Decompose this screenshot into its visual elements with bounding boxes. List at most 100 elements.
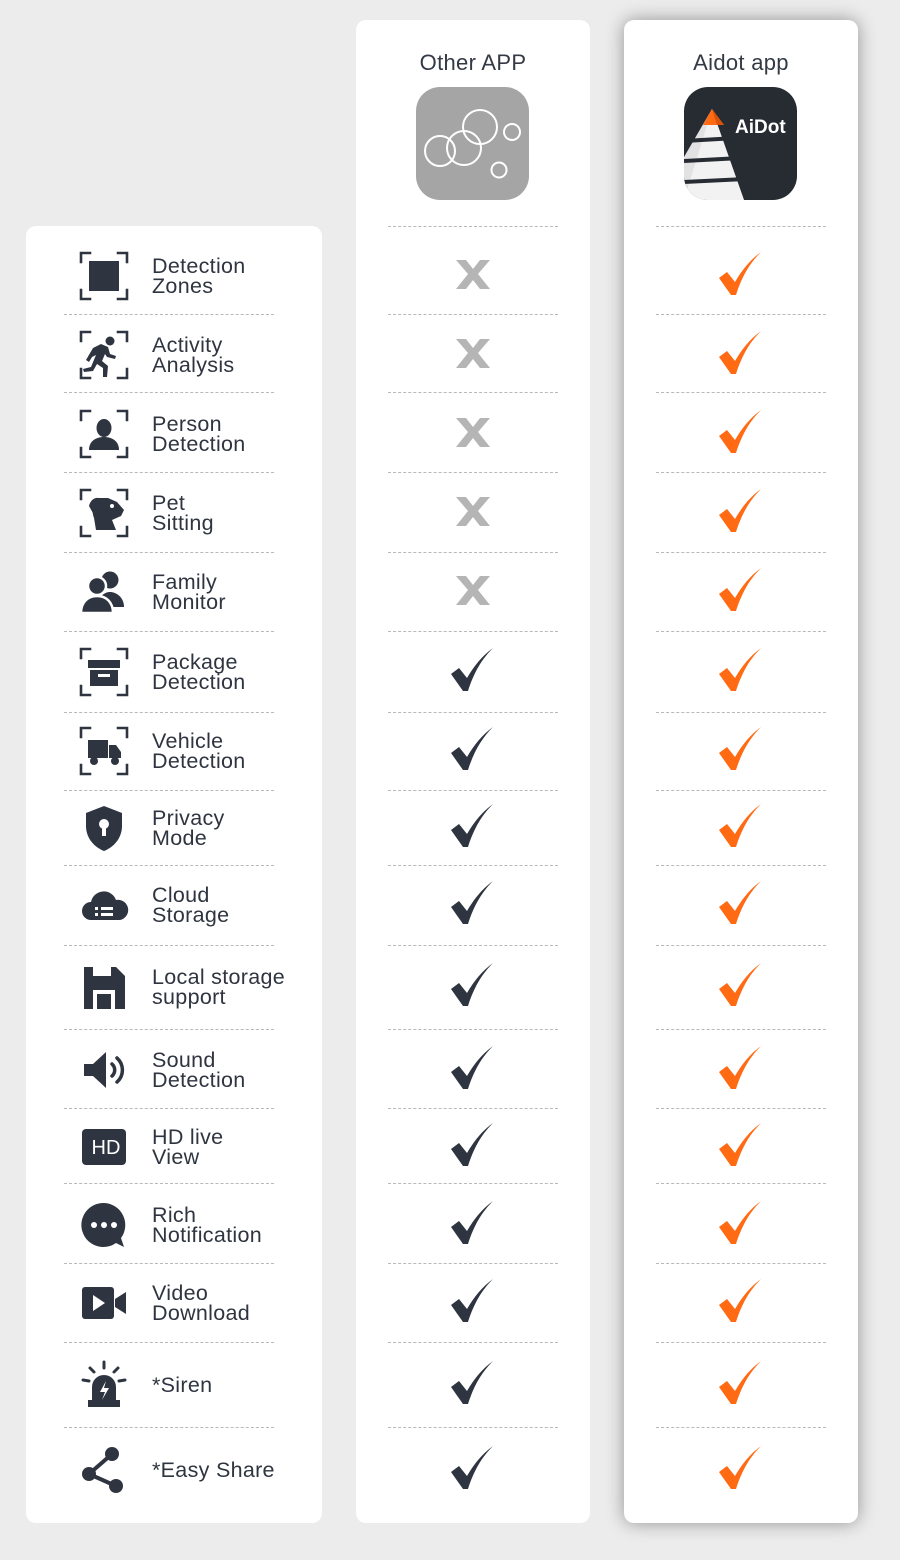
aidot-check-icon [718, 1201, 764, 1247]
other-app-logo-icon [416, 87, 529, 200]
row-divider [64, 472, 274, 473]
detection-zones-icon [79, 251, 129, 301]
family-monitor-icon [79, 567, 129, 617]
row-divider [64, 1029, 274, 1030]
feature-label-line2: Download [152, 1301, 251, 1325]
sound-detection-icon [79, 1045, 129, 1095]
other-check-icon [450, 1279, 496, 1325]
other-check-icon [450, 727, 496, 773]
aidot-check-icon [718, 410, 764, 456]
feature-label-line2: Analysis [152, 353, 235, 377]
row-divider [64, 1342, 274, 1343]
feature-label-line2: Mode [152, 826, 207, 850]
other-check-icon [450, 1046, 496, 1092]
aidot-check-icon [718, 331, 764, 377]
other-check-icon [450, 648, 496, 694]
feature-label-local-storage: Local storage support [152, 966, 285, 1009]
feature-label-line1: Package [152, 650, 238, 674]
feature-label-line2: Detection [152, 432, 246, 456]
feature-label-line1: Pet [152, 491, 186, 515]
pet-sitting-icon [79, 488, 129, 538]
row-divider [656, 631, 826, 632]
feature-label-siren: *Siren [152, 1374, 212, 1396]
feature-label-line1: Family [152, 570, 218, 594]
row-divider [388, 1342, 558, 1343]
feature-label-line2: support [152, 985, 226, 1009]
row-divider [388, 945, 558, 946]
aidot-check-icon [718, 648, 764, 694]
other-cross-icon [450, 489, 496, 535]
other-check-icon [450, 963, 496, 1009]
aidot-check-icon [718, 1361, 764, 1407]
other-check-icon [450, 881, 496, 927]
package-detection-icon [79, 647, 129, 697]
local-storage-icon [79, 962, 129, 1012]
aidot-check-icon [718, 1446, 764, 1492]
other-cross-icon [450, 568, 496, 614]
feature-label-line1: Activity [152, 333, 223, 357]
row-divider [388, 1183, 558, 1184]
other-app-title: Other APP [419, 50, 527, 75]
aidot-app-title: Aidot app [693, 50, 789, 75]
row-divider [388, 314, 558, 315]
row-divider [656, 865, 826, 866]
row-divider [64, 865, 274, 866]
feature-label-line1: Cloud [152, 883, 210, 907]
other-check-icon [450, 804, 496, 850]
row-divider [64, 392, 274, 393]
row-divider [656, 1263, 826, 1264]
row-divider [388, 790, 558, 791]
other-cross-icon [450, 252, 496, 298]
row-divider [64, 1263, 274, 1264]
row-divider [64, 1183, 274, 1184]
row-divider [64, 314, 274, 315]
row-divider [64, 945, 274, 946]
aidot-check-icon [718, 568, 764, 614]
person-detection-icon [79, 409, 129, 459]
feature-label-pet-sitting: Pet Sitting [152, 491, 214, 535]
feature-label-line2: Sitting [152, 511, 214, 535]
row-divider [388, 392, 558, 393]
aidot-check-icon [718, 881, 764, 927]
row-divider [656, 790, 826, 791]
feature-label-line1: Person [152, 412, 222, 436]
feature-label-line2: Detection [152, 1068, 246, 1092]
feature-label-line1: HD live [152, 1125, 224, 1149]
feature-label-line2: View [152, 1145, 200, 1169]
feature-label-line2: Monitor [152, 590, 226, 614]
other-check-icon [450, 1446, 496, 1492]
row-divider [388, 1108, 558, 1109]
easy-share-icon [79, 1445, 129, 1495]
row-divider [656, 392, 826, 393]
activity-analysis-icon [79, 330, 129, 380]
row-divider [656, 712, 826, 713]
row-divider [388, 712, 558, 713]
aidot-check-icon [718, 1046, 764, 1092]
row-divider [656, 1342, 826, 1343]
other-check-icon [450, 1123, 496, 1169]
row-divider [64, 631, 274, 632]
video-download-icon [79, 1278, 129, 1328]
aidot-check-icon [718, 1279, 764, 1325]
aidot-check-icon [718, 1123, 764, 1169]
row-divider [656, 226, 826, 227]
row-divider [656, 314, 826, 315]
aidot-check-icon [718, 489, 764, 535]
other-cross-icon [450, 410, 496, 456]
aidot-check-icon [718, 963, 764, 1009]
row-divider [64, 1427, 274, 1428]
aidot-app-logo-icon: AiDot [684, 87, 797, 200]
row-divider [64, 790, 274, 791]
row-divider [656, 472, 826, 473]
aidot-check-icon [718, 804, 764, 850]
feature-label-line1: Detection [152, 254, 246, 278]
feature-label-vehicle-detection: Vehicle Detection [152, 729, 246, 772]
row-divider [656, 552, 826, 553]
feature-label-line1: Vehicle [152, 729, 224, 753]
privacy-mode-icon [79, 803, 129, 853]
row-divider [64, 1108, 274, 1109]
row-divider [656, 1029, 826, 1030]
row-divider [656, 1183, 826, 1184]
row-divider [656, 945, 826, 946]
feature-label-privacy-mode: Privacy Mode [152, 807, 225, 850]
